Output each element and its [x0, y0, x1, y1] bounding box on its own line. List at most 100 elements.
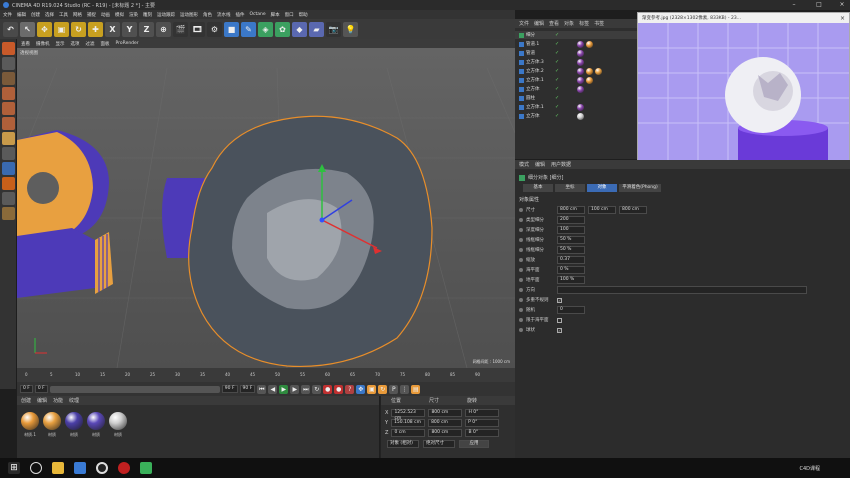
property-value-field[interactable]: 100 cm [588, 206, 616, 214]
position-field[interactable]: 1252.523 cm [391, 409, 426, 421]
loop-icon[interactable]: ↻ [312, 384, 322, 394]
property-value-field[interactable]: 50 % [557, 236, 585, 244]
viewport-menu-item[interactable]: 面板 [101, 41, 110, 47]
material-tag-icon[interactable] [577, 50, 584, 57]
axis-x-button[interactable]: X [105, 21, 120, 37]
key-move-icon[interactable]: ✥ [356, 384, 366, 394]
size-mode-select[interactable]: 绝对尺寸 [423, 440, 455, 448]
camera-icon[interactable]: 📷 [326, 21, 341, 37]
perspective-viewport[interactable]: 透视视图 网格间距: 1000 cm [17, 48, 515, 368]
viewport-menu-item[interactable]: 摄像机 [36, 41, 50, 47]
scale-tool-icon[interactable]: ▣ [54, 21, 69, 37]
menu-item[interactable]: 插件 [236, 12, 245, 18]
lock-icon[interactable] [1, 207, 15, 220]
end-frame-field-2[interactable]: 90 F [239, 385, 256, 393]
key-rotate-icon[interactable]: ↻ [378, 384, 388, 394]
object-row[interactable]: 立方体.1 ✓ [515, 103, 637, 111]
property-value-field[interactable]: 800 cm [619, 206, 647, 214]
render-picture-icon[interactable]: 🎞 [190, 21, 205, 37]
viewport-menu-item[interactable]: ProRender [116, 41, 139, 46]
close-icon[interactable]: × [838, 1, 846, 9]
visibility-check-icon[interactable]: ✓ [555, 59, 559, 65]
material-menu-item[interactable]: 编辑 [37, 397, 47, 404]
visibility-check-icon[interactable]: ✓ [555, 68, 559, 74]
go-end-icon[interactable]: ⏭ [301, 384, 311, 394]
property-value-field[interactable]: 50 % [557, 246, 585, 254]
pen-icon[interactable]: ✎ [241, 21, 256, 37]
cinema4d-taskbar-icon[interactable] [96, 462, 108, 474]
axis-z-button[interactable]: Z [139, 21, 154, 37]
object-row[interactable]: 细分 ✓ [515, 31, 637, 39]
menu-item[interactable]: 模拟 [115, 12, 124, 18]
viewport-menu-item[interactable]: 查看 [21, 41, 30, 47]
property-value-field[interactable]: 0 [557, 306, 585, 314]
material-swatch[interactable] [65, 412, 83, 430]
floor-icon[interactable]: ▰ [309, 21, 324, 37]
light-icon[interactable]: 💡 [343, 21, 358, 37]
object-menu-item[interactable]: 编辑 [534, 20, 544, 27]
menu-item[interactable]: 渲染 [129, 12, 138, 18]
object-row[interactable]: 圆柱 ✓ [515, 94, 637, 102]
current-frame-field[interactable]: 0 F [34, 385, 48, 393]
menu-item[interactable]: 窗口 [285, 12, 294, 18]
menu-item[interactable]: 脚本 [271, 12, 280, 18]
property-checkbox[interactable]: ✓ [557, 327, 562, 333]
key-grid-icon[interactable]: ⋮ [400, 384, 410, 394]
material-tag-icon[interactable] [577, 77, 584, 84]
attribute-menu-item[interactable]: 用户数据 [551, 161, 571, 168]
object-row[interactable]: 立方体.1 ✓ [515, 76, 637, 84]
polygons-mode-icon[interactable] [1, 117, 15, 130]
material-tag-icon[interactable] [577, 68, 584, 75]
subdivision-icon[interactable]: ◈ [258, 21, 273, 37]
size-field[interactable]: 800 cm [428, 429, 463, 437]
axis-y-button[interactable]: Y [122, 21, 137, 37]
object-row[interactable]: 立方体.3 ✓ [515, 58, 637, 66]
timeline-window-icon[interactable]: ▤ [411, 384, 421, 394]
move-tool-icon[interactable]: ✥ [37, 21, 52, 37]
app-icon[interactable] [74, 462, 86, 474]
size-field[interactable]: 800 cm [428, 409, 463, 417]
end-frame-field[interactable]: 90 F [221, 385, 238, 393]
menu-item[interactable]: 流水线 [217, 12, 231, 18]
model-mode-icon[interactable] [1, 57, 15, 70]
material-swatch[interactable] [21, 412, 39, 430]
viewport-menu-item[interactable]: 过滤 [86, 41, 95, 47]
property-value-field[interactable]: 100 [557, 226, 585, 234]
visibility-check-icon[interactable]: ✓ [555, 41, 559, 47]
menu-item[interactable]: 运动跟踪 [157, 12, 175, 18]
next-key-icon[interactable]: ▶ [290, 384, 300, 394]
timeline[interactable]: 0 5 10 15 20 25 30 35 40 45 50 55 60 65 70 75 80 85 90 [17, 368, 515, 382]
menu-item[interactable]: 工具 [59, 12, 68, 18]
property-value-field[interactable]: 0 % [557, 266, 585, 274]
object-menu-item[interactable]: 查看 [549, 20, 559, 27]
material-tag-icon[interactable] [586, 68, 593, 75]
object-menu-item[interactable]: 标签 [579, 20, 589, 27]
attribute-tab[interactable]: 对象 [587, 184, 617, 192]
material-tag-icon[interactable] [577, 86, 584, 93]
visibility-check-icon[interactable]: ✓ [555, 113, 559, 119]
material-menu-item[interactable]: 功能 [53, 397, 63, 404]
object-row[interactable]: 立方体.2 ✓ [515, 67, 637, 75]
menu-item[interactable]: 编辑 [17, 12, 26, 18]
undo-icon[interactable]: ↶ [3, 21, 18, 37]
image-window-close-icon[interactable]: × [840, 15, 845, 22]
property-value-field[interactable]: 200 [557, 216, 585, 224]
menu-item[interactable]: Octane [250, 12, 266, 17]
tweak-icon[interactable] [1, 147, 15, 160]
maximize-icon[interactable]: □ [815, 1, 823, 9]
attribute-tab[interactable]: 平滑着色(Phong) [619, 184, 661, 192]
menu-item[interactable]: 帮助 [299, 12, 308, 18]
property-checkbox[interactable]: ✓ [557, 297, 562, 303]
material-tag-icon[interactable] [586, 41, 593, 48]
record-icon[interactable]: ● [323, 384, 333, 394]
snap-icon[interactable] [1, 162, 15, 175]
position-field[interactable]: 150.108 cm [391, 419, 426, 427]
object-row[interactable]: 管道 ✓ [515, 49, 637, 57]
file-explorer-icon[interactable] [52, 462, 64, 474]
material-swatch[interactable] [109, 412, 127, 430]
property-value-field[interactable]: 0.37 [557, 256, 585, 264]
viewport-menu-item[interactable]: 显示 [56, 41, 65, 47]
property-value-field[interactable]: 100 % [557, 276, 585, 284]
material-tag-icon[interactable] [577, 113, 584, 120]
visibility-check-icon[interactable]: ✓ [555, 95, 559, 101]
